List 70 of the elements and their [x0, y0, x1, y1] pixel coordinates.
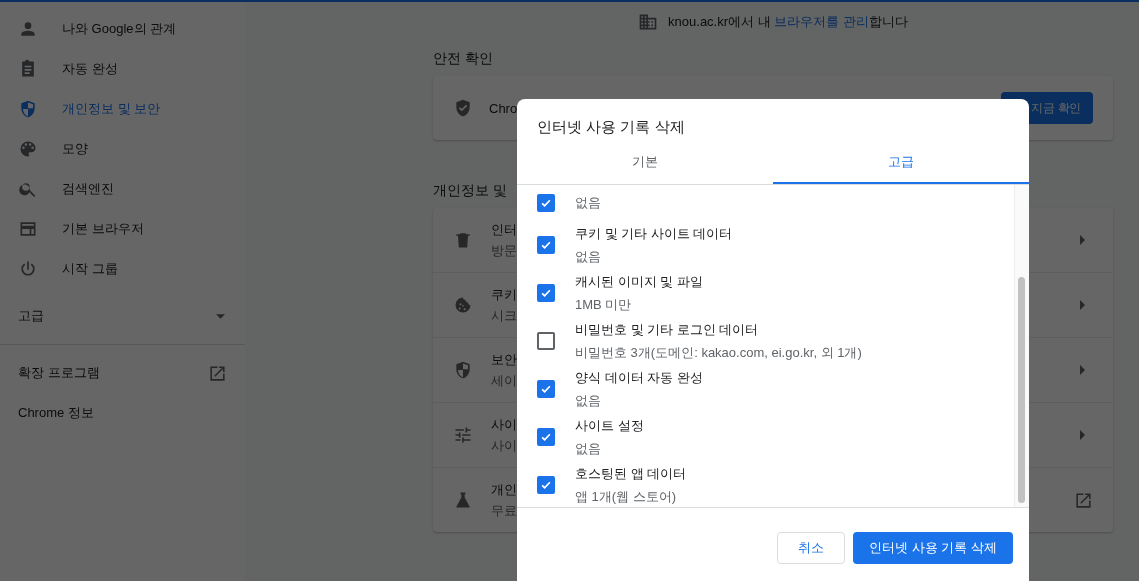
sidebar-item[interactable]: 기본 브라우저 — [0, 209, 245, 249]
sidebar-item[interactable]: 검색엔진 — [0, 169, 245, 209]
option-label: 쿠키 및 기타 사이트 데이터 — [575, 224, 733, 243]
shield-icon — [18, 99, 38, 119]
building-icon — [638, 12, 659, 32]
arrow-right-icon[interactable] — [1080, 235, 1085, 245]
section-heading: 안전 확인 — [433, 49, 493, 68]
power-icon — [18, 259, 38, 279]
advanced-toggle[interactable]: 고급 — [0, 296, 245, 336]
sidebar-item[interactable]: 자동 완성 — [0, 49, 245, 89]
external-link-icon[interactable] — [1074, 490, 1093, 510]
shield-icon — [453, 98, 473, 118]
cookie-icon — [453, 295, 473, 315]
tab[interactable]: 고급 — [773, 144, 1029, 184]
manage-browser-link[interactable]: 브라우저를 관리 — [774, 14, 869, 29]
dialog-title: 인터넷 사용 기록 삭제 — [536, 117, 686, 137]
tab[interactable]: 기본 — [517, 144, 773, 184]
option-detail: 없음 — [575, 247, 601, 266]
row-subtitle: 세이 — [491, 371, 517, 390]
row-subtitle: 사이 — [491, 436, 517, 455]
checkbox[interactable] — [537, 380, 555, 398]
option-label: 양식 데이터 자동 완성 — [575, 368, 703, 387]
checkbox[interactable] — [537, 428, 555, 446]
option-label: 비밀번호 및 기타 로그인 데이터 — [575, 320, 759, 339]
row-title: 인터 — [491, 220, 517, 239]
row-subtitle: 방문 — [491, 241, 517, 260]
row-title: 사이 — [491, 415, 517, 434]
option-label: 사이트 설정 — [575, 416, 644, 435]
extensions-link[interactable]: 확장 프로그램 — [0, 353, 245, 393]
arrow-right-icon[interactable] — [1080, 365, 1085, 375]
cancel-button[interactable]: 취소 — [777, 532, 846, 564]
trash-icon — [453, 230, 473, 250]
sidebar-item[interactable]: 개인정보 및 보안 — [0, 89, 245, 129]
option-detail: 없음 — [575, 439, 601, 458]
checkbox[interactable] — [537, 476, 555, 494]
shield-icon — [453, 360, 473, 380]
option-label: 캐시된 이미지 및 파일 — [575, 272, 703, 291]
arrow-right-icon[interactable] — [1080, 300, 1085, 310]
sidebar-item[interactable]: 나와 Google의 관계 — [0, 9, 245, 49]
palette-icon — [18, 139, 38, 159]
row-subtitle: 시크 — [491, 306, 517, 325]
checkbox[interactable] — [537, 332, 555, 350]
row-subtitle: 무료 — [491, 501, 517, 520]
external-link-icon — [208, 363, 227, 383]
clear-data-button[interactable]: 인터넷 사용 기록 삭제 — [853, 532, 1013, 564]
option-detail: 비밀번호 3개(도메인: kakao.com, ei.go.kr, 외 1개) — [575, 343, 862, 362]
option-detail: 앱 1개(웹 스토어) — [575, 487, 677, 506]
caret-icon — [216, 313, 225, 319]
checkbox[interactable] — [537, 284, 555, 302]
about-link[interactable]: Chrome 정보 — [0, 393, 245, 433]
checkbox[interactable] — [537, 236, 555, 254]
checkbox[interactable] — [537, 194, 555, 212]
sidebar-item[interactable]: 시작 그룹 — [0, 249, 245, 289]
row-title: 보안 — [491, 350, 517, 369]
sidebar-item[interactable]: 모양 — [0, 129, 245, 169]
row-title: 쿠키 — [491, 285, 517, 304]
option-detail: 없음 — [575, 194, 601, 212]
scrollbar-thumb[interactable] — [1018, 277, 1025, 503]
option-label: 호스팅된 앱 데이터 — [575, 464, 687, 483]
person-icon — [18, 19, 38, 39]
sliders-icon — [453, 425, 473, 445]
row-title: 개인 — [491, 480, 517, 499]
safety-check-text: Chro — [489, 100, 518, 116]
section-heading: 개인정보 및 — [433, 181, 507, 200]
flask-icon — [453, 490, 473, 510]
option-detail: 1MB 미만 — [575, 295, 632, 314]
arrow-right-icon[interactable] — [1080, 430, 1085, 440]
managed-notice: knou.ac.kr에서 내 브라우저를 관리 합니다 — [668, 13, 908, 31]
option-detail: 없음 — [575, 391, 601, 410]
browser-window-icon — [18, 219, 38, 239]
